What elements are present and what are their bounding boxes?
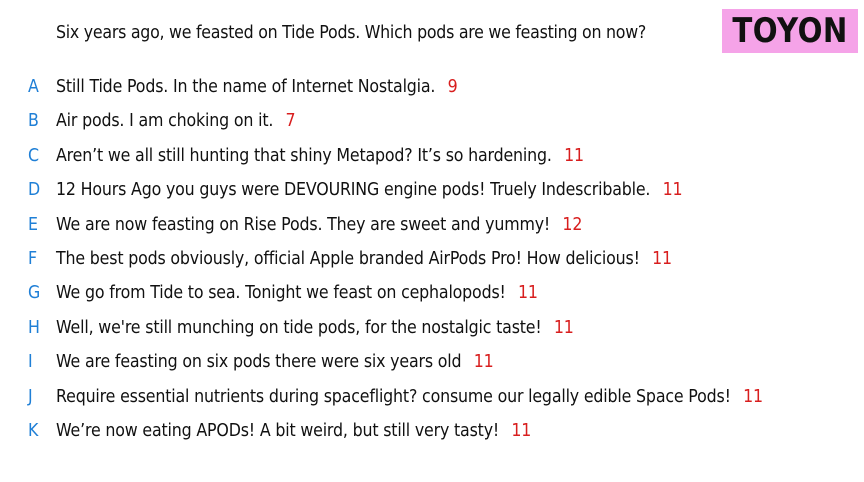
answer-text: Air pods. I am choking on it. <box>56 110 274 132</box>
answer-score: 11 <box>473 351 494 373</box>
answer-text: Aren’t we all still hunting that shiny M… <box>56 144 552 166</box>
answer-row: I We are feasting on six pods there were… <box>0 345 864 379</box>
answer-text: We are feasting on six pods there were s… <box>56 351 462 373</box>
answer-text: The best pods obviously, official Apple … <box>56 248 640 269</box>
answer-letter: A <box>28 76 39 97</box>
question-text: Six years ago, we feasted on Tide Pods. … <box>56 22 647 43</box>
answer-row: J Require essential nutrients during spa… <box>0 380 864 414</box>
answer-letter: K <box>28 420 39 441</box>
answer-letter: H <box>28 316 40 338</box>
answer-score: 11 <box>564 144 584 166</box>
answer-text: We’re now eating APODs! A bit weird, but… <box>56 420 500 441</box>
answer-row: C Aren’t we all still hunting that shiny… <box>0 139 864 173</box>
answer-score: 11 <box>743 385 763 407</box>
toyon-badge: TOYON <box>722 9 858 53</box>
answer-text: Well, we're still munching on tide pods,… <box>56 316 542 338</box>
answer-text: Require essential nutrients during space… <box>56 385 731 407</box>
answer-letter: F <box>28 248 38 269</box>
answer-score: 7 <box>285 110 296 132</box>
answer-letter: G <box>28 282 41 304</box>
answer-row: E We are now feasting on Rise Pods. They… <box>0 208 864 242</box>
badge-label: TOYON <box>732 11 848 51</box>
answer-score: 11 <box>518 282 538 304</box>
answer-row: G We go from Tide to sea. Tonight we fea… <box>0 276 864 310</box>
answer-letter: J <box>28 385 33 407</box>
answer-row: D 12 Hours Ago you guys were DEVOURING e… <box>0 173 864 207</box>
answer-score: 11 <box>652 248 672 269</box>
answer-score: 11 <box>553 316 574 338</box>
answer-row: H Well, we're still munching on tide pod… <box>0 311 864 345</box>
answer-score: 9 <box>447 76 458 97</box>
answer-letter: D <box>28 179 41 201</box>
answer-letter: E <box>28 213 39 235</box>
answer-row: K We’re now eating APODs! A bit weird, b… <box>0 414 864 448</box>
answer-score: 11 <box>511 420 532 441</box>
answer-row: F The best pods obviously, official Appl… <box>0 242 864 276</box>
answer-letter: B <box>28 110 39 132</box>
answer-text: 12 Hours Ago you guys were DEVOURING eng… <box>56 179 651 201</box>
answer-letter: I <box>28 351 33 373</box>
answer-score: 12 <box>562 213 583 235</box>
answer-text: Still Tide Pods. In the name of Internet… <box>56 76 436 97</box>
answer-row: B Air pods. I am choking on it. 7 <box>0 104 864 138</box>
answer-letter: C <box>28 144 40 166</box>
answer-score: 11 <box>662 179 683 201</box>
answer-text: We go from Tide to sea. Tonight we feast… <box>56 282 506 304</box>
answer-row: A Still Tide Pods. In the name of Intern… <box>0 70 864 104</box>
answer-text: We are now feasting on Rise Pods. They a… <box>56 213 551 235</box>
